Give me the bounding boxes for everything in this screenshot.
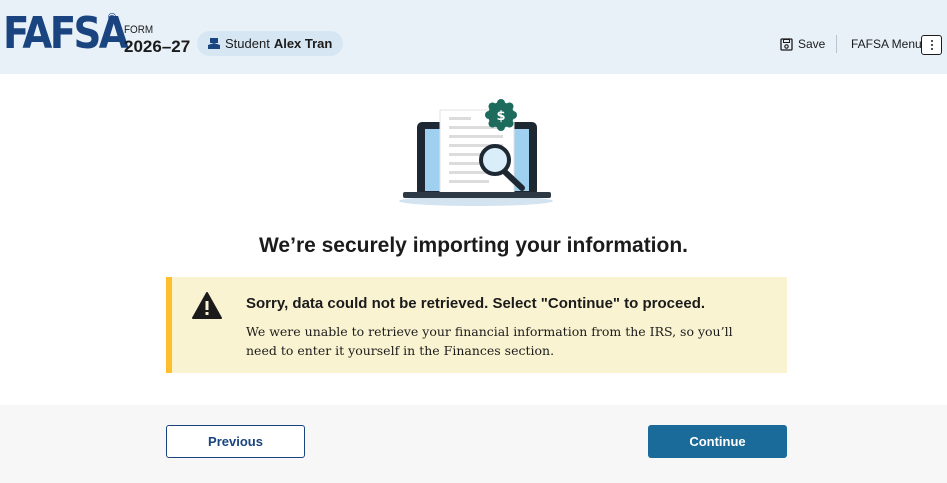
- laptop-magnifier-illustration: $: [399, 99, 553, 206]
- alert-title: Sorry, data could not be retrieved. Sele…: [246, 295, 706, 312]
- save-label: Save: [798, 37, 826, 51]
- warning-alert: Sorry, data could not be retrieved. Sele…: [166, 277, 787, 373]
- role-label: Student: [225, 36, 270, 51]
- registered-mark: ®: [108, 12, 117, 24]
- previous-button[interactable]: Previous: [166, 425, 305, 458]
- continue-button[interactable]: Continue: [648, 425, 787, 458]
- badge-dollar-text: $: [496, 109, 505, 124]
- header-bar: FAFSA ® FORM 2026–27 Student Alex Tran S…: [0, 0, 947, 74]
- kebab-menu-icon[interactable]: [921, 35, 942, 55]
- warning-icon: [192, 292, 222, 319]
- alert-body: We were unable to retrieve your financia…: [246, 324, 733, 358]
- header-divider: [836, 35, 837, 53]
- fafsa-menu-link[interactable]: FAFSA Menu: [851, 37, 922, 51]
- save-button[interactable]: Save: [780, 37, 825, 51]
- form-label: FORM: [124, 24, 154, 36]
- student-badge: Student Alex Tran: [197, 31, 344, 56]
- graduation-cap-icon: [208, 37, 220, 49]
- user-name: Alex Tran: [273, 36, 333, 51]
- form-year: 2026–27: [124, 37, 191, 56]
- footer-nav: Previous Continue: [0, 405, 947, 483]
- page-heading: We’re securely importing your informatio…: [258, 234, 689, 257]
- save-disk-icon: [780, 37, 793, 51]
- dollar-badge-icon: $: [485, 99, 517, 131]
